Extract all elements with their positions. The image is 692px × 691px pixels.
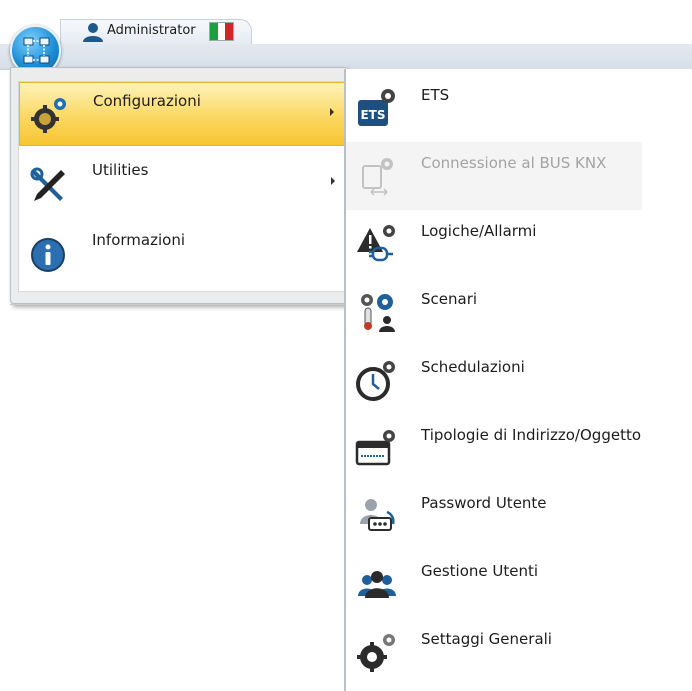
submenu-item-label: Password Utente — [421, 494, 547, 512]
submenu-item-label: Connessione al BUS KNX — [421, 154, 607, 172]
user-icon — [83, 23, 103, 42]
configurazioni-submenu: ETS ETS Connessione al BUS KNX Logiche/A… — [344, 69, 692, 691]
submenu-item-logiche-allarmi[interactable]: Logiche/Allarmi — [346, 210, 692, 278]
submenu-item-password-utente[interactable]: Password Utente — [346, 482, 692, 550]
submenu-item-label: Settaggi Generali — [421, 630, 552, 648]
user-password-icon — [360, 499, 395, 531]
gears-icon — [31, 98, 66, 133]
submenu-item-settaggi-generali[interactable]: Settaggi Generali — [346, 618, 692, 686]
submenu-item-schedulazioni[interactable]: Schedulazioni — [346, 346, 692, 414]
submenu-arrow-icon — [330, 108, 334, 116]
menu-item-label: Utilities — [92, 161, 149, 179]
submenu-item-tipologie-indirizzo-oggetto[interactable]: Tipologie di Indirizzo/Oggetto — [346, 414, 692, 482]
submenu-item-scenari[interactable]: Scenari — [346, 278, 692, 346]
submenu-item-label: Logiche/Allarmi — [421, 222, 537, 240]
info-icon — [31, 238, 65, 272]
language-flag-icon[interactable] — [209, 22, 234, 41]
submenu-item-ets[interactable]: ETS ETS — [346, 74, 692, 142]
scenarios-icon — [361, 294, 395, 332]
menu-item-utilities[interactable]: Utilities — [19, 152, 349, 216]
ets-icon: ETS — [358, 89, 395, 126]
schedule-clock-icon — [356, 361, 395, 401]
menu-divider — [10, 304, 346, 305]
submenu-item-label: Schedulazioni — [421, 358, 525, 376]
bus-connection-icon — [362, 158, 393, 196]
submenu-item-label: Tipologie di Indirizzo/Oggetto — [421, 426, 642, 444]
tools-icon — [30, 167, 65, 201]
submenu-item-connessione-bus-knx[interactable]: Connessione al BUS KNX — [346, 142, 642, 210]
submenu-item-label: Gestione Utenti — [421, 562, 539, 580]
submenu-item-label: ETS — [421, 86, 450, 104]
user-name: Administrator — [107, 23, 196, 38]
address-type-icon — [355, 430, 395, 466]
submenu-item-label: Scenari — [421, 290, 478, 308]
logic-alarm-icon — [357, 225, 395, 262]
submenu-arrow-icon — [331, 177, 335, 185]
menu-item-configurazioni[interactable]: Configurazioni — [19, 82, 349, 146]
application-menu: Configurazioni Utilities Informazioni — [10, 67, 349, 304]
menu-list: Configurazioni Utilities Informazioni — [18, 81, 349, 292]
users-management-icon — [358, 571, 396, 598]
menu-item-label: Informazioni — [92, 231, 185, 249]
submenu-item-gestione-utenti[interactable]: Gestione Utenti — [346, 550, 692, 618]
menu-item-label: Configurazioni — [93, 92, 201, 110]
general-settings-icon — [357, 634, 395, 672]
network-icon — [23, 37, 50, 64]
menu-item-informazioni[interactable]: Informazioni — [19, 222, 349, 286]
svg-text:ETS: ETS — [360, 108, 385, 122]
